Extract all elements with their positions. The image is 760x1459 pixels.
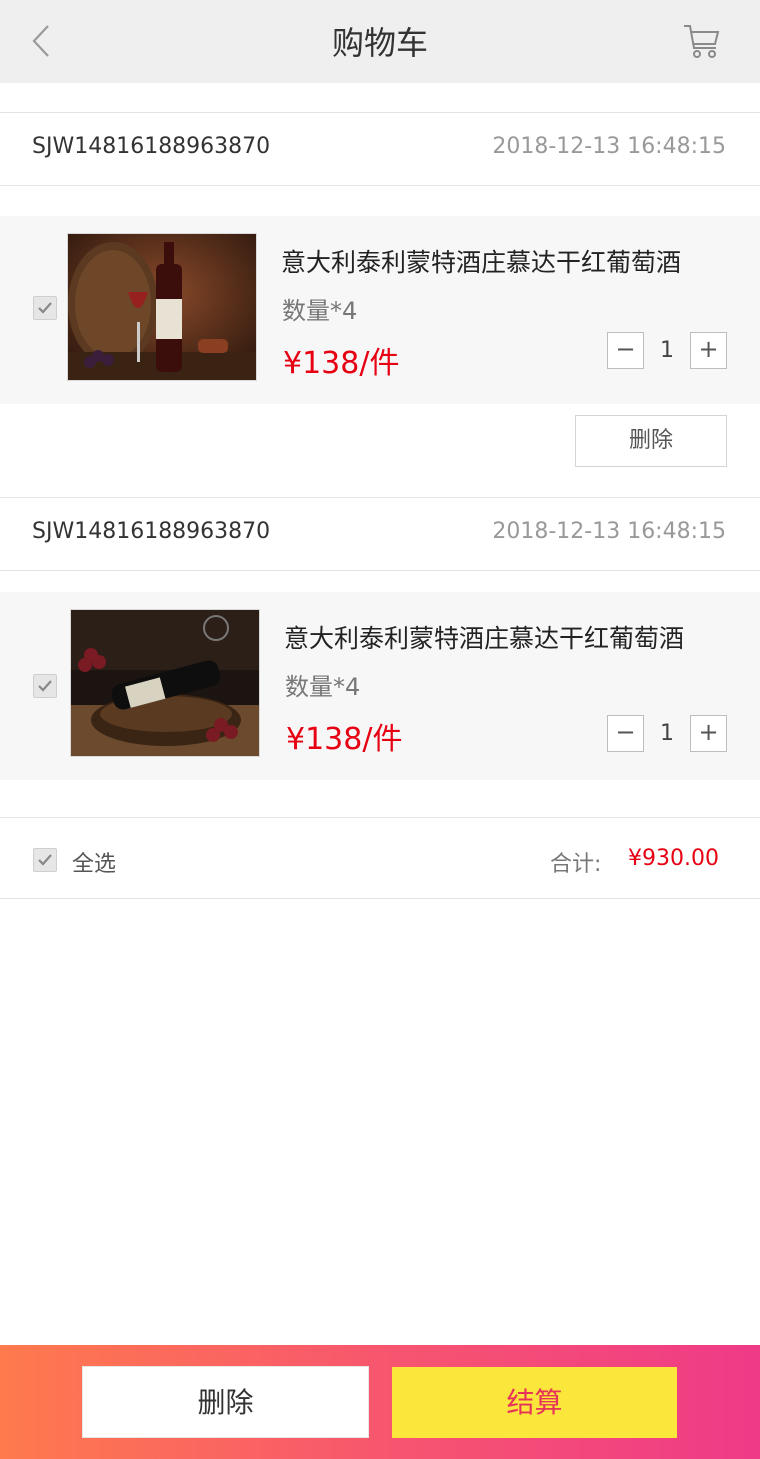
increase-button[interactable]: + <box>690 715 727 752</box>
cart-summary: 全选 合计: ¥930.00 <box>0 817 760 899</box>
product-price: ¥138/件 <box>286 722 403 757</box>
decrease-button[interactable]: − <box>607 332 644 369</box>
order-id: SJW14816188963870 <box>32 134 271 159</box>
quantity-stepper: − 1 + <box>607 332 727 370</box>
total-value: ¥930.00 <box>628 846 719 871</box>
quantity-value[interactable]: 1 <box>644 332 690 369</box>
item-checkbox[interactable] <box>33 674 57 698</box>
product-name[interactable]: 意大利泰利蒙特酒庄慕达干红葡萄酒 <box>281 243 681 279</box>
bottom-action-bar: 删除 结算 <box>0 1345 760 1459</box>
increase-button[interactable]: + <box>690 332 727 369</box>
order-id: SJW14816188963870 <box>32 519 271 544</box>
item-checkbox[interactable] <box>33 296 57 320</box>
quantity-value[interactable]: 1 <box>644 715 690 752</box>
order-header: SJW14816188963870 2018-12-13 16:48:15 <box>0 112 760 186</box>
delete-order-button[interactable]: 删除 <box>575 415 727 467</box>
decrease-button[interactable]: − <box>607 715 644 752</box>
page-title: 购物车 <box>331 24 428 62</box>
top-nav-bar: 购物车 <box>0 0 760 83</box>
select-all-checkbox[interactable] <box>33 848 57 872</box>
order-time: 2018-12-13 16:48:15 <box>492 134 726 159</box>
total-label: 合计: <box>550 852 602 877</box>
product-price: ¥138/件 <box>283 346 400 381</box>
product-image[interactable] <box>70 609 260 757</box>
cart-item: 意大利泰利蒙特酒庄慕达干红葡萄酒 数量*4 ¥138/件 − 1 + <box>0 216 760 404</box>
order-header: SJW14816188963870 2018-12-13 16:48:15 <box>0 497 760 571</box>
checkout-button[interactable]: 结算 <box>392 1367 677 1438</box>
quantity-stepper: − 1 + <box>607 715 727 753</box>
cart-icon[interactable] <box>682 20 722 62</box>
product-quantity-text: 数量*4 <box>285 673 361 701</box>
select-all-label[interactable]: 全选 <box>72 846 116 878</box>
product-name[interactable]: 意大利泰利蒙特酒庄慕达干红葡萄酒 <box>284 619 684 655</box>
delete-selected-button[interactable]: 删除 <box>82 1366 369 1438</box>
product-quantity-text: 数量*4 <box>282 297 358 325</box>
cart-item: 意大利泰利蒙特酒庄慕达干红葡萄酒 数量*4 ¥138/件 − 1 + <box>0 592 760 780</box>
product-image[interactable] <box>67 233 257 381</box>
order-time: 2018-12-13 16:48:15 <box>492 519 726 544</box>
